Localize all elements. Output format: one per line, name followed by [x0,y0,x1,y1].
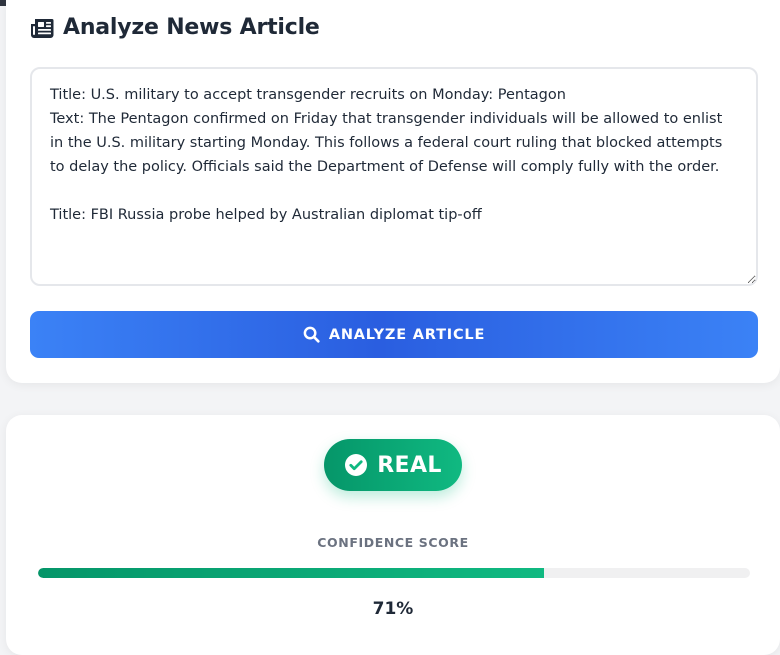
check-circle-icon [345,454,368,476]
page-title: Analyze News Article [63,15,320,40]
analyze-button-label: ANALYZE ARTICLE [328,326,486,343]
article-textarea[interactable]: Title: U.S. military to accept transgend… [30,67,758,286]
search-icon [303,326,320,343]
newspaper-icon [31,18,54,38]
confidence-value: 71% [372,599,414,619]
confidence-label: CONFIDENCE SCORE [317,535,469,550]
verdict-label: REAL [377,452,442,478]
result-card: REAL CONFIDENCE SCORE 71% [6,415,780,655]
analyze-heading: Analyze News Article [30,15,320,40]
analyze-article-button[interactable]: ANALYZE ARTICLE [30,311,758,358]
confidence-bar [38,568,750,578]
verdict-badge: REAL [324,439,462,491]
confidence-bar-fill [38,568,544,578]
analyze-card: Analyze News Article Title: U.S. militar… [6,0,780,383]
